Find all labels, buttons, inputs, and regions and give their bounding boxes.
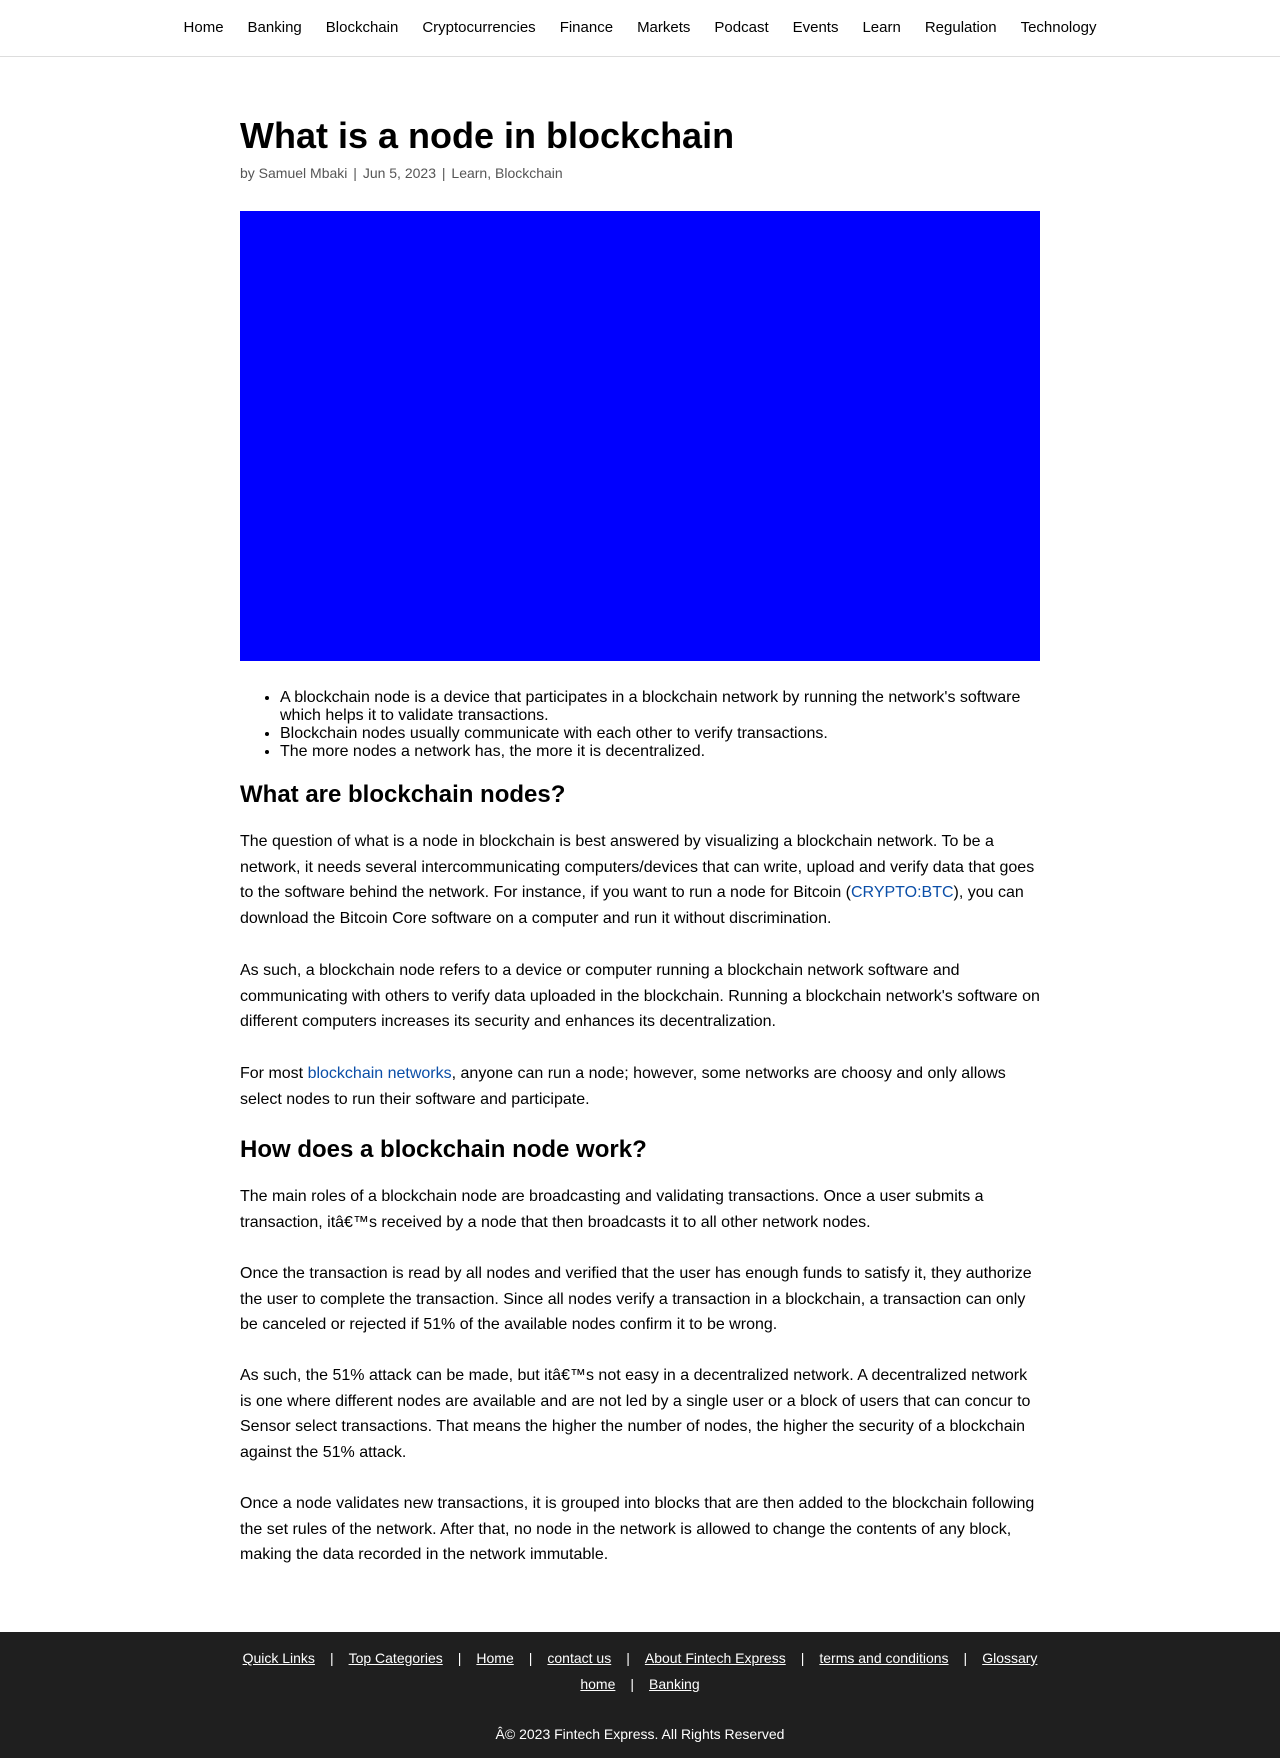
crypto-btc-link[interactable]: CRYPTO:BTC — [851, 884, 954, 901]
nav-item-cryptocurrencies[interactable]: Cryptocurrencies — [410, 19, 547, 37]
footer-link-banking[interactable]: Banking — [649, 1676, 700, 1693]
nav-item-technology[interactable]: Technology — [1009, 19, 1109, 37]
section-heading: What are blockchain nodes? — [240, 781, 566, 808]
nav-item-home[interactable]: Home — [172, 19, 236, 37]
paragraph: For most blockchain networks, anyone can… — [240, 1061, 1040, 1112]
footer-separator: | — [457, 1650, 462, 1666]
post-date: Jun 5, 2023 — [362, 165, 436, 181]
footer-link-glossary[interactable]: Glossary — [982, 1650, 1037, 1667]
post-categories[interactable]: Learn, Blockchain — [451, 165, 562, 181]
footer-link-about[interactable]: About Fintech Express — [645, 1650, 786, 1667]
footer-link-home-secondary[interactable]: home — [580, 1676, 615, 1693]
footer-separator: | — [630, 1676, 635, 1692]
hero-image — [240, 211, 1040, 661]
list-item: Blockchain nodes usually communicate wit… — [280, 725, 1040, 743]
footer-separator: | — [800, 1650, 805, 1666]
footer-link-terms[interactable]: terms and conditions — [819, 1650, 948, 1667]
nav-menu: Home Banking Blockchain Cryptocurrencies… — [0, 19, 1280, 37]
nav-item-markets[interactable]: Markets — [625, 19, 702, 37]
paragraph: Once the transaction is read by all node… — [240, 1265, 1032, 1333]
nav-item-finance[interactable]: Finance — [548, 19, 625, 37]
footer-link-top-categories[interactable]: Top Categories — [349, 1650, 443, 1667]
nav-item-regulation[interactable]: Regulation — [913, 19, 1009, 37]
paragraph: The main roles of a blockchain node are … — [240, 1188, 984, 1231]
paragraph-text: For most — [240, 1065, 308, 1082]
nav-item-blockchain[interactable]: Blockchain — [314, 19, 411, 37]
footer-link-quick-links[interactable]: Quick Links — [243, 1650, 315, 1667]
list-item: The more nodes a network has, the more i… — [280, 743, 1040, 761]
nav-item-podcast[interactable]: Podcast — [702, 19, 780, 37]
nav-item-events[interactable]: Events — [781, 19, 851, 37]
footer-separator: | — [329, 1650, 334, 1666]
footer-separator: | — [626, 1650, 630, 1666]
list-item: A blockchain node is a device that parti… — [280, 689, 1040, 725]
blockchain-networks-link[interactable]: blockchain networks — [308, 1065, 452, 1082]
meta-separator: | — [353, 165, 357, 181]
footer-separator: | — [963, 1650, 968, 1666]
paragraph: As such, a blockchain node refers to a d… — [240, 962, 1040, 1030]
footer-links-row: home | Banking — [0, 1676, 1280, 1693]
copyright-text: Â© 2023 Fintech Express. All Rights Rese… — [495, 1726, 785, 1742]
paragraph: As such, the 51% attack can be made, but… — [240, 1367, 1031, 1461]
post-meta: by Samuel Mbaki | Jun 5, 2023 | Learn, B… — [240, 164, 563, 182]
page-title: What is a node in blockchain — [240, 115, 735, 156]
nav-item-learn[interactable]: Learn — [850, 19, 912, 37]
footer-links-row: Quick Links | Top Categories | Home | co… — [0, 1650, 1280, 1667]
top-navigation: Home Banking Blockchain Cryptocurrencies… — [0, 0, 1280, 57]
paragraph: Once a node validates new transactions, … — [240, 1495, 1035, 1563]
meta-separator: | — [441, 165, 446, 181]
post-author[interactable]: by Samuel Mbaki — [240, 165, 347, 181]
paragraph: The question of what is a node in blockc… — [240, 829, 1040, 931]
footer-link-contact-us[interactable]: contact us — [547, 1650, 611, 1667]
key-takeaways-list: A blockchain node is a device that parti… — [240, 689, 1040, 761]
footer-separator: | — [528, 1650, 533, 1666]
footer-link-home[interactable]: Home — [476, 1650, 513, 1667]
section-heading: How does a blockchain node work? — [240, 1136, 647, 1163]
nav-item-banking[interactable]: Banking — [236, 19, 314, 37]
